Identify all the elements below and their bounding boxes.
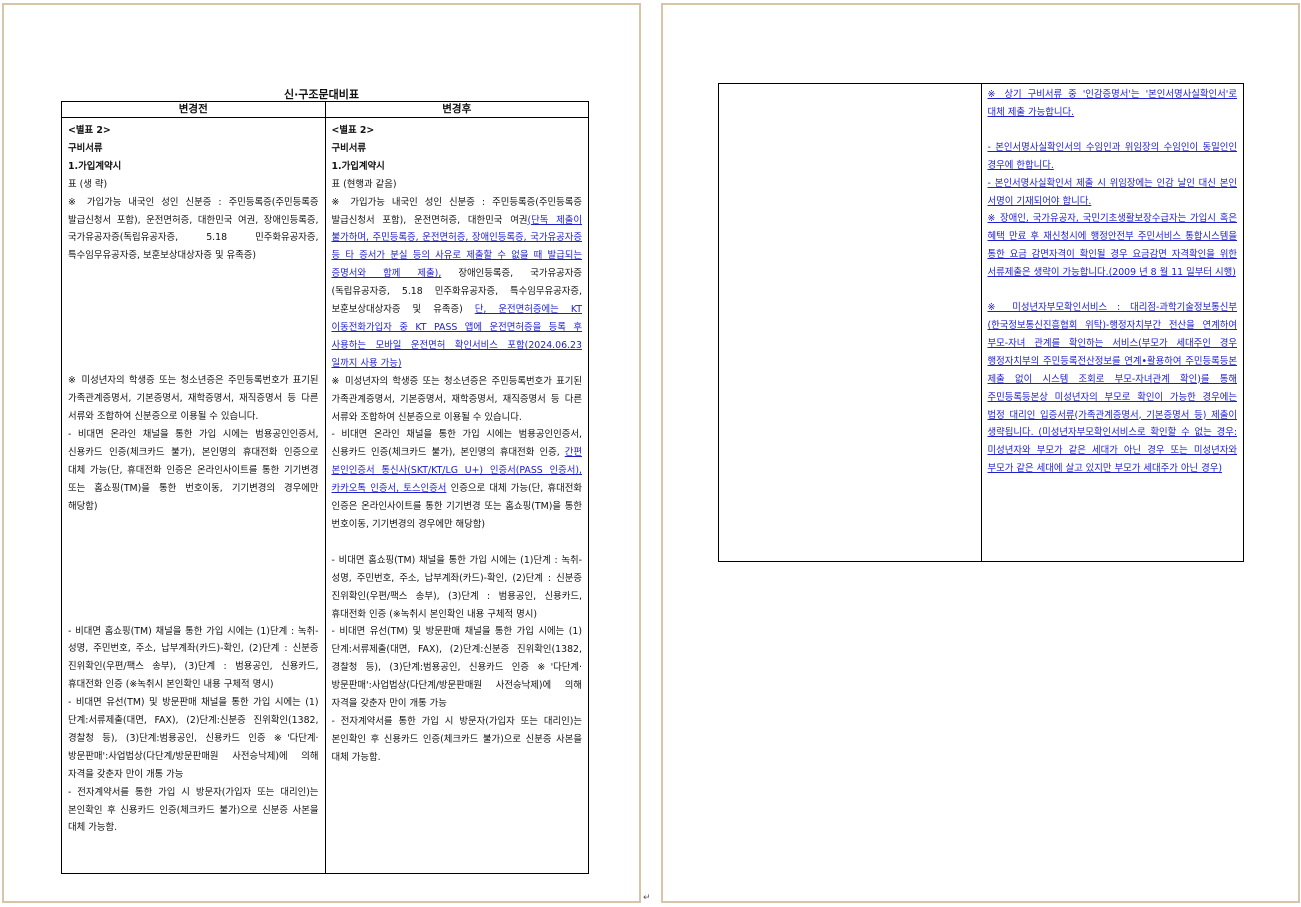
paragraph: ※ 가입가능 내국인 성인 신분증 : 주민등록증(주민등록증 발급신청서 포함… xyxy=(332,194,583,373)
column-after: <별표 2> 구비서류 1.가입계약시 표 (현행과 같음) ※ 가입가능 내국… xyxy=(324,117,589,874)
comparison-table-continued: ※ 상기 구비서류 중 '인감증명서'는 '본인서명사실확인서'로 대체 제출 … xyxy=(718,83,1244,562)
page-2: ※ 상기 구비서류 중 '인감증명서'는 '본인서명사실확인서'로 대체 제출 … xyxy=(661,3,1300,903)
paragraph: - 비대면 유선(TM) 및 방문판매 채널을 통한 가입 시에는 (1)단계:… xyxy=(68,697,319,780)
added-paragraph: - 본인서명사실확인서 제출 시 위임장에는 인감 날인 대신 본인 서명이 기… xyxy=(987,177,1238,207)
table-note: 표 (생 략) xyxy=(68,178,108,190)
column-after: ※ 상기 구비서류 중 '인감증명서'는 '본인서명사실확인서'로 대체 제출 … xyxy=(980,83,1244,562)
paragraph: - 전자계약서를 통한 가입 시 방문자(가입자 또는 대리인)는 본인확인 후… xyxy=(68,786,319,834)
paragraph: ※ 미성년자의 학생증 또는 청소년증은 주민등록번호가 표기된 가족관계증명서… xyxy=(331,375,583,423)
table-note: 표 (현행과 같음) xyxy=(331,178,397,190)
header-after: 변경후 xyxy=(324,101,589,118)
annex-label: <별표 2> xyxy=(68,125,111,136)
added-paragraph: ※ 상기 구비서류 중 '인감증명서'는 '본인서명사실확인서'로 대체 제출 … xyxy=(987,89,1238,118)
heading: 구비서류 xyxy=(68,142,103,154)
paragraph-mark-icon: ↵ xyxy=(643,893,651,903)
paragraph: - 비대면 홈쇼핑(TM) 채널을 통한 가입 시에는 (1)단계 : 녹취-성… xyxy=(331,554,583,620)
text: - 비대면 온라인 채널을 통한 가입 시에는 범용공인인증서, 신용카드 인증… xyxy=(331,429,583,459)
paragraph: ※ 미성년자의 학생증 또는 청소년증은 주민등록번호가 표기된 가족관계증명서… xyxy=(68,375,319,423)
heading: 구비서류 xyxy=(331,142,367,154)
annex-label: <별표 2> xyxy=(331,125,375,136)
column-before: <별표 2> 구비서류 1.가입계약시 표 (생 략) ※ 가입가능 내국인 성… xyxy=(61,117,326,874)
section-title: 1.가입계약시 xyxy=(68,160,122,172)
paragraph: - 전자계약서를 통한 가입 시 방문자(가입자 또는 대리인)는 본인확인 후… xyxy=(331,716,583,763)
comparison-table: 변경전 변경후 <별표 2> 구비서류 1.가입계약시 표 (생 략) ※ 가입… xyxy=(61,101,589,874)
added-paragraph: - 본인서명사실확인서의 수임인과 위임장의 수임인이 동일인인 경우에 한합니… xyxy=(987,141,1238,171)
added-paragraph: ※ 미성년자부모확인서비스 : 대리점-과학기술정보통신부(한국정보통신진흥협회… xyxy=(987,302,1238,475)
added-paragraph: ※ 장애인, 국가유공자, 국민기초생활보장수급자는 가입시 혹은 혜택 만료 … xyxy=(987,213,1238,279)
header-before: 변경전 xyxy=(61,101,326,118)
paragraph: - 비대면 홈쇼핑(TM) 채널을 통한 가입 시에는 (1)단계 : 녹취-성… xyxy=(68,625,319,691)
document-title: 신·구조문대비표 xyxy=(283,88,360,101)
section-title: 1.가입계약시 xyxy=(331,160,385,172)
paragraph: - 비대면 유선(TM) 및 방문판매 채널을 통한 가입 시에는 (1)단계:… xyxy=(331,626,583,710)
page-1: 신·구조문대비표 변경전 변경후 <별표 2> 구비서류 1.가입계약시 표 (… xyxy=(2,3,641,903)
paragraph: ※ 가입가능 내국인 성인 신분증 : 주민등록증(주민등록증 발급신청서 포함… xyxy=(68,196,319,262)
paragraph: - 비대면 온라인 채널을 통한 가입 시에는 범용공인인증서, 신용카드 인증… xyxy=(332,426,583,533)
column-before xyxy=(718,83,982,562)
paragraph: - 비대면 온라인 채널을 통한 가입 시에는 범용공인인증서, 신용카드 인증… xyxy=(68,428,319,512)
